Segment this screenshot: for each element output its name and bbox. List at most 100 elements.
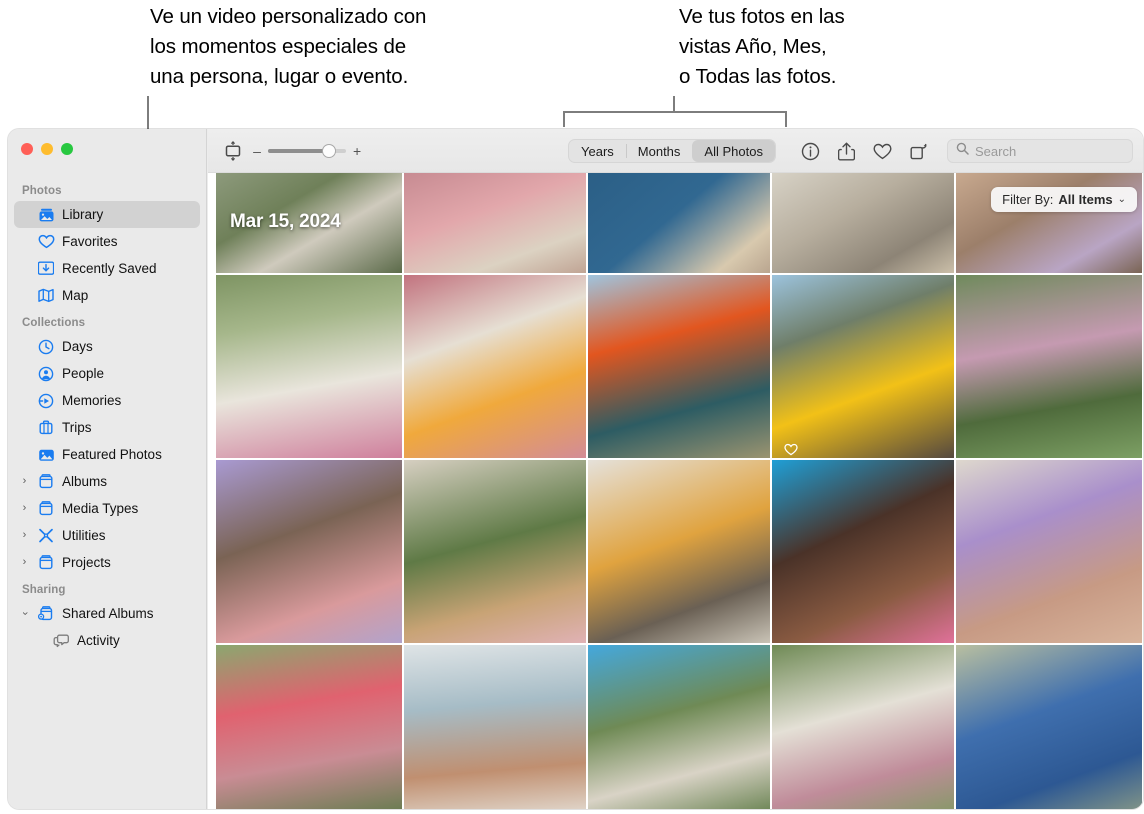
photo-two-girls-purple[interactable] xyxy=(216,460,402,643)
search-placeholder: Search xyxy=(975,143,1017,159)
sidebar-item-map[interactable]: Map xyxy=(14,282,200,309)
grid-row xyxy=(216,645,1143,809)
photos-app-window: Photos Library Favorites Recently Saved … xyxy=(8,129,1143,809)
person-icon xyxy=(37,366,55,382)
view-mode-segmented-control[interactable]: Years Months All Photos xyxy=(568,139,776,163)
aspect-ratio-icon[interactable] xyxy=(222,140,244,162)
tab-all-photos[interactable]: All Photos xyxy=(692,140,775,162)
sidebar-item-label: Recently Saved xyxy=(62,261,157,276)
zoom-out-label[interactable]: – xyxy=(253,143,261,159)
window-controls xyxy=(21,143,73,155)
sidebar-item-utilities[interactable]: › Utilities xyxy=(14,522,200,549)
chevron-right-icon[interactable]: › xyxy=(19,503,30,514)
share-icon[interactable] xyxy=(835,140,857,162)
grid-row xyxy=(216,460,1143,643)
sidebar-section-photos-title: Photos xyxy=(22,185,62,197)
zoom-slider[interactable]: – + xyxy=(253,143,361,159)
photo-girl-yellow-balloon[interactable] xyxy=(772,275,954,458)
photo-family-outdoor-table[interactable] xyxy=(216,275,402,458)
sidebar-item-favorites[interactable]: Favorites xyxy=(14,228,200,255)
photo-pink-balloon-sky[interactable] xyxy=(216,645,402,809)
leader-bracket-top xyxy=(563,111,787,113)
sidebar-item-featured-photos[interactable]: Featured Photos xyxy=(14,441,200,468)
toolbar: – + Years Months All Photos Search xyxy=(208,129,1143,173)
chevron-right-icon[interactable]: › xyxy=(19,557,30,568)
photo-breakfast-juice[interactable] xyxy=(404,275,586,458)
albums-icon xyxy=(37,555,55,571)
zoom-controls: – + xyxy=(222,140,361,162)
callout-text-views: Ve tus fotos en las vistas Año, Mes, o T… xyxy=(679,5,845,88)
sidebar-item-days[interactable]: Days xyxy=(14,333,200,360)
clock-icon xyxy=(37,339,55,355)
sidebar-item-label: Shared Albums xyxy=(62,606,154,621)
filter-prefix-label: Filter By: xyxy=(1002,192,1054,207)
sidebar-item-trips[interactable]: Trips xyxy=(14,414,200,441)
info-icon[interactable] xyxy=(799,140,821,162)
search-input[interactable]: Search xyxy=(947,139,1133,163)
photo-girl-close-up-blue[interactable] xyxy=(772,460,954,643)
grid-row xyxy=(216,275,1143,458)
shared-albums-icon xyxy=(37,606,55,622)
close-button[interactable] xyxy=(21,143,33,155)
photo-blue-balloon-catch[interactable] xyxy=(588,645,770,809)
heart-icon[interactable] xyxy=(871,140,893,162)
sidebar-item-library[interactable]: Library xyxy=(14,201,200,228)
sidebar: Photos Library Favorites Recently Saved … xyxy=(8,129,207,809)
zoom-button[interactable] xyxy=(61,143,73,155)
sidebar-item-activity[interactable]: Activity xyxy=(14,627,200,654)
activity-icon xyxy=(52,633,70,649)
photo-cartwheel-grass[interactable] xyxy=(956,275,1142,458)
minimize-button[interactable] xyxy=(41,143,53,155)
search-icon xyxy=(956,142,969,160)
sidebar-section-sharing-title: Sharing xyxy=(22,584,66,596)
sidebar-item-albums[interactable]: › Albums xyxy=(14,468,200,495)
photo-two-girls-orange[interactable] xyxy=(588,275,770,458)
content-area: – + Years Months All Photos Search Mar 1… xyxy=(208,129,1143,809)
photo-boy-white-sweater[interactable] xyxy=(772,645,954,809)
rotate-icon[interactable] xyxy=(907,140,929,162)
sidebar-item-recently-saved[interactable]: Recently Saved xyxy=(14,255,200,282)
library-icon xyxy=(37,207,55,223)
sidebar-section-collections-title: Collections xyxy=(22,317,86,329)
photo-blue-knit-blanket[interactable] xyxy=(956,645,1142,809)
sidebar-scroll-area[interactable]: Photos Library Favorites Recently Saved … xyxy=(8,177,206,809)
filter-by-dropdown[interactable]: Filter By: All Items ⌄ xyxy=(991,187,1137,212)
leader-bracket-left-tick xyxy=(563,111,565,127)
albums-icon xyxy=(37,501,55,517)
photo-child-pink-hoodie[interactable] xyxy=(404,173,586,273)
photo-grid[interactable]: Mar 15, 2024 Filter By: All Items ⌄ xyxy=(216,173,1143,809)
photo-kids-at-window[interactable] xyxy=(404,645,586,809)
chevron-right-icon[interactable]: › xyxy=(19,476,30,487)
zoom-slider-fill xyxy=(268,148,330,153)
photo-plaid-shirt-garden[interactable] xyxy=(404,460,586,643)
photo-blocks-on-blue-rug[interactable] xyxy=(588,173,770,273)
sidebar-item-shared-albums[interactable]: › Shared Albums xyxy=(14,600,200,627)
leader-bracket-right-tick xyxy=(785,111,787,127)
photo-family-on-blanket[interactable] xyxy=(772,173,954,273)
tab-years[interactable]: Years xyxy=(569,140,626,162)
sidebar-item-label: Albums xyxy=(62,474,108,489)
zoom-slider-track[interactable] xyxy=(268,143,346,158)
memories-icon xyxy=(37,393,55,409)
sidebar-item-label: Utilities xyxy=(62,528,106,543)
sidebar-item-label: Projects xyxy=(62,555,111,570)
sidebar-item-label: Media Types xyxy=(62,501,139,516)
photo-living-room-kids[interactable] xyxy=(588,460,770,643)
sidebar-item-label: Library xyxy=(62,207,104,222)
sidebar-item-label: Featured Photos xyxy=(62,447,162,462)
heart-icon xyxy=(37,234,55,250)
zoom-slider-knob[interactable] xyxy=(322,143,336,158)
filter-value-label: All Items xyxy=(1058,192,1113,207)
sidebar-item-people[interactable]: People xyxy=(14,360,200,387)
tab-months[interactable]: Months xyxy=(625,140,693,162)
sidebar-item-media-types[interactable]: › Media Types xyxy=(14,495,200,522)
zoom-in-label[interactable]: + xyxy=(353,143,361,159)
chevron-right-icon[interactable]: › xyxy=(19,530,30,541)
chevron-down-icon[interactable]: › xyxy=(19,608,31,619)
sidebar-item-projects[interactable]: › Projects xyxy=(14,549,200,576)
suitcase-icon xyxy=(37,420,55,436)
sidebar-item-label: Trips xyxy=(62,420,92,435)
albums-icon xyxy=(37,474,55,490)
sidebar-item-memories[interactable]: Memories xyxy=(14,387,200,414)
photo-sisters-hairbrush[interactable] xyxy=(956,460,1142,643)
